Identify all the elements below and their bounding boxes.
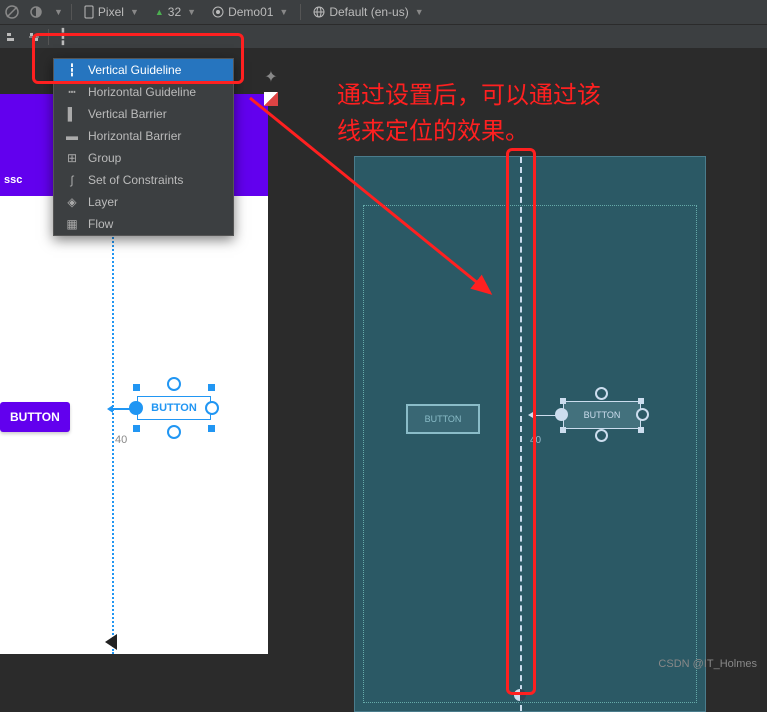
chevron-down-icon: ▼	[415, 7, 424, 17]
constraint-handle[interactable]	[167, 377, 181, 391]
guideline-dropdown-icon[interactable]: ┇	[55, 29, 71, 45]
menu-label: Flow	[88, 217, 113, 231]
orientation-icon[interactable]	[4, 4, 20, 20]
button-label: BUTTON	[137, 396, 211, 420]
wrench-icon[interactable]: ✦	[262, 68, 280, 86]
resize-handle[interactable]	[638, 398, 644, 404]
button-label: BUTTON	[563, 401, 641, 429]
theme-icon	[212, 6, 224, 18]
menu-item-horizontal-guideline[interactable]: ┅ Horizontal Guideline	[54, 81, 233, 103]
constraints-icon: ʃ	[64, 173, 80, 187]
blueprint-surface[interactable]: BUTTON BUTTON 40	[354, 156, 706, 712]
button-widget-2-selected[interactable]: BUTTON	[133, 384, 215, 432]
resize-handle[interactable]	[133, 425, 140, 432]
flow-icon: ▦	[64, 217, 80, 231]
vertical-guideline-icon: ┇	[64, 63, 80, 77]
main-area: ssc BUTTON BUTTON 40 ✦	[0, 48, 767, 674]
menu-item-vertical-barrier[interactable]: ▌ Vertical Barrier	[54, 103, 233, 125]
group-icon: ⊞	[64, 151, 80, 165]
menu-label: Group	[88, 151, 121, 165]
blueprint-button-1[interactable]: BUTTON	[406, 404, 480, 434]
constraint-handle[interactable]	[167, 425, 181, 439]
panel-tools: ✦	[262, 68, 280, 108]
constraint-handle[interactable]	[205, 401, 219, 415]
annotation-text: 通过设置后，可以通过该 线来定位的效果。	[337, 78, 601, 150]
globe-icon	[313, 6, 325, 18]
resize-handle[interactable]	[560, 398, 566, 404]
chevron-down-icon: ▼	[187, 7, 196, 17]
top-toolbar: ▼ Pixel ▼ ▲ 32 ▼ Demo01 ▼ Default (en-us…	[0, 0, 767, 24]
menu-item-layer[interactable]: ◈ Layer	[54, 191, 233, 213]
constraint-handle[interactable]	[555, 408, 568, 421]
android-icon: ▲	[155, 7, 164, 17]
menu-label: Layer	[88, 195, 118, 209]
align-icon-2[interactable]	[26, 29, 42, 45]
divider	[300, 4, 301, 20]
divider	[48, 29, 49, 45]
constraint-handle[interactable]	[636, 408, 649, 421]
blueprint-vertical-guideline[interactable]	[520, 157, 522, 711]
watermark: CSDN @IT_Holmes	[658, 658, 757, 670]
menu-item-flow[interactable]: ▦ Flow	[54, 213, 233, 235]
phone-icon	[84, 5, 94, 19]
menu-item-group[interactable]: ⊞ Group	[54, 147, 233, 169]
divider	[71, 4, 72, 20]
guideline-dropdown-menu: ┇ Vertical Guideline ┅ Horizontal Guidel…	[53, 58, 234, 236]
constraint-handle[interactable]	[595, 387, 608, 400]
horizontal-guideline-icon: ┅	[64, 85, 80, 99]
theme-selector[interactable]: Demo01 ▼	[208, 3, 292, 21]
chevron-down-icon: ▼	[279, 7, 288, 17]
device-label: Pixel	[98, 5, 124, 19]
constraint-handle[interactable]	[595, 429, 608, 442]
resize-handle[interactable]	[133, 384, 140, 391]
annotation-line: 线来定位的效果。	[337, 114, 601, 150]
menu-item-horizontal-barrier[interactable]: ▬ Horizontal Barrier	[54, 125, 233, 147]
menu-label: Horizontal Barrier	[88, 129, 181, 143]
resize-handle[interactable]	[208, 384, 215, 391]
vertical-barrier-icon: ▌	[64, 107, 80, 121]
resize-handle[interactable]	[638, 427, 644, 433]
constraint-handle[interactable]	[129, 401, 143, 415]
align-icon[interactable]	[4, 29, 20, 45]
sub-toolbar: ┇	[0, 24, 767, 48]
app-title: ssc	[4, 174, 22, 186]
menu-label: Vertical Guideline	[88, 63, 181, 77]
guideline-handle-icon[interactable]	[105, 634, 117, 650]
menu-label: Vertical Barrier	[88, 107, 167, 121]
chevron-down-icon: ▼	[54, 7, 63, 17]
menu-item-constraints[interactable]: ʃ Set of Constraints	[54, 169, 233, 191]
horizontal-barrier-icon: ▬	[64, 129, 80, 143]
night-mode-icon[interactable]	[28, 4, 44, 20]
api-label: 32	[168, 5, 181, 19]
menu-label: Horizontal Guideline	[88, 85, 196, 99]
resize-handle[interactable]	[560, 427, 566, 433]
locale-label: Default (en-us)	[329, 5, 408, 19]
resize-handle[interactable]	[208, 425, 215, 432]
margin-value: 40	[115, 434, 127, 446]
button-widget-1[interactable]: BUTTON	[0, 402, 70, 432]
margin-value: 40	[530, 435, 541, 446]
theme-label: Demo01	[228, 5, 273, 19]
api-selector[interactable]: ▲ 32 ▼	[151, 3, 200, 21]
chevron-down-icon: ▼	[130, 7, 139, 17]
menu-item-vertical-guideline[interactable]: ┇ Vertical Guideline	[54, 59, 233, 81]
layer-icon: ◈	[64, 195, 80, 209]
annotation-line: 通过设置后，可以通过该	[337, 78, 601, 114]
menu-label: Set of Constraints	[88, 173, 183, 187]
device-selector[interactable]: Pixel ▼	[80, 3, 143, 21]
blueprint-content-bounds	[363, 205, 697, 703]
view-mode-icon[interactable]	[262, 90, 280, 108]
blueprint-guideline-handle-icon[interactable]	[514, 689, 526, 701]
locale-selector[interactable]: Default (en-us) ▼	[309, 3, 427, 21]
